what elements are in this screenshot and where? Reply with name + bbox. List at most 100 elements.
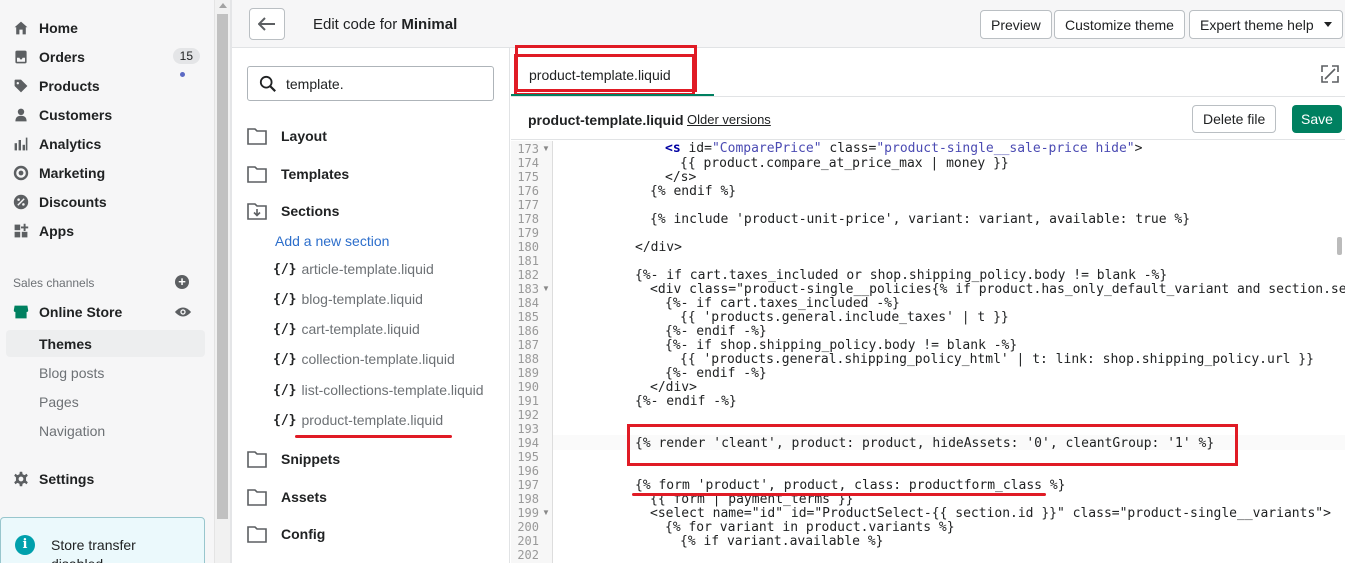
nav-pages[interactable]: Pages xyxy=(39,394,79,410)
folder-snippets[interactable]: Snippets xyxy=(247,447,340,471)
line-number: 191 xyxy=(517,394,539,408)
nav-customers[interactable]: Customers xyxy=(12,103,204,127)
older-versions-link[interactable]: Older versions xyxy=(687,112,771,127)
scrollbar-thumb[interactable] xyxy=(217,14,228,519)
editor-scrollbar[interactable] xyxy=(1337,237,1342,255)
tag-icon xyxy=(12,77,30,95)
nav-analytics[interactable]: Analytics xyxy=(12,132,204,156)
button-label: Delete file xyxy=(1203,111,1266,127)
eye-icon[interactable] xyxy=(174,305,192,319)
nav-label: Products xyxy=(39,78,100,94)
delete-file-button[interactable]: Delete file xyxy=(1192,105,1277,133)
line-number-gutter: 173 ▼ 174 175 176 177 178 179 180 181 182 183 ▼ 184 18… xyxy=(511,141,553,563)
line-number: 174 xyxy=(517,156,539,170)
line-number: 199 xyxy=(517,506,539,520)
add-new-section-link[interactable]: Add a new section xyxy=(275,233,389,249)
file-label: blog-template.liquid xyxy=(301,291,423,307)
liquid-file-icon: {/} xyxy=(273,351,297,367)
file-product-template[interactable]: {/} product-template.liquid xyxy=(273,412,443,428)
admin-sidebar: Home Orders 15 Products Customers Analyt… xyxy=(0,0,214,563)
liquid-file-icon: {/} xyxy=(273,291,297,307)
nav-apps[interactable]: Apps xyxy=(12,219,204,243)
fold-arrow-icon[interactable]: ▼ xyxy=(542,508,550,517)
nav-label: Apps xyxy=(39,223,74,239)
code-line-173: <s id="ComparePrice" class="product-sing… xyxy=(665,141,1142,156)
store-transfer-line1: Store transfer xyxy=(51,537,136,553)
code-editor[interactable]: 173 ▼ 174 175 176 177 178 179 180 181 182 183 ▼ 184 18… xyxy=(511,141,1345,563)
person-icon xyxy=(12,106,30,124)
active-tab-indicator xyxy=(511,94,714,96)
code-line-183: <div class="product-single__policies{% i… xyxy=(650,282,1345,297)
line-number: 195 xyxy=(517,450,539,464)
line-number: 185 xyxy=(517,310,539,324)
caret-down-icon xyxy=(1323,22,1332,27)
search-input[interactable] xyxy=(286,75,486,92)
line-number: 178 xyxy=(517,212,539,226)
back-button[interactable] xyxy=(249,8,285,40)
liquid-file-icon: {/} xyxy=(273,261,297,277)
line-number: 198 xyxy=(517,492,539,506)
sidebar-scrollbar[interactable] xyxy=(214,0,230,563)
folder-assets[interactable]: Assets xyxy=(247,485,327,509)
store-transfer-text: Store transfer disabled xyxy=(51,536,136,563)
file-blog-template[interactable]: {/} blog-template.liquid xyxy=(273,291,423,307)
fold-arrow-icon[interactable]: ▼ xyxy=(542,144,550,153)
code-line-175: </s> xyxy=(665,170,697,185)
nav-orders[interactable]: Orders 15 xyxy=(12,45,204,69)
orders-icon xyxy=(12,48,30,66)
code-line-200: {% for variant in product.variants %} xyxy=(665,520,955,535)
red-box-annotation-tab xyxy=(515,45,697,92)
red-underline-annotation xyxy=(295,435,452,438)
nav-blog-posts[interactable]: Blog posts xyxy=(39,365,104,381)
customize-theme-button[interactable]: Customize theme xyxy=(1054,10,1185,39)
folder-templates[interactable]: Templates xyxy=(247,162,349,186)
line-number: 180 xyxy=(517,240,539,254)
folder-layout[interactable]: Layout xyxy=(247,124,327,148)
folder-sections[interactable]: Sections xyxy=(247,199,339,223)
nav-settings[interactable]: Settings xyxy=(12,467,204,491)
code-token: <s xyxy=(665,141,689,156)
line-number: 190 xyxy=(517,380,539,394)
line-number: 181 xyxy=(517,254,539,268)
save-button[interactable]: Save xyxy=(1292,105,1342,133)
file-cart-template[interactable]: {/} cart-template.liquid xyxy=(273,321,420,337)
fold-arrow-icon[interactable]: ▼ xyxy=(542,284,550,293)
nav-home[interactable]: Home xyxy=(12,16,204,40)
folder-icon xyxy=(247,128,267,145)
folder-label: Snippets xyxy=(281,451,341,467)
code-line-201: {% if variant.available %} xyxy=(680,534,884,549)
scroll-up-icon[interactable] xyxy=(219,3,227,8)
expert-theme-help-button[interactable]: Expert theme help xyxy=(1189,10,1343,39)
expand-icon[interactable] xyxy=(1320,64,1340,84)
line-number: 186 xyxy=(517,324,539,338)
nav-label: Settings xyxy=(39,471,95,487)
title-prefix: Edit code for xyxy=(313,16,398,33)
store-transfer-line2: disabled xyxy=(51,555,136,563)
nav-discounts[interactable]: Discounts xyxy=(12,190,204,214)
nav-products[interactable]: Products xyxy=(12,74,204,98)
code-line-186: {%- endif -%} xyxy=(665,324,767,339)
nav-marketing[interactable]: Marketing xyxy=(12,161,204,185)
code-line-189: {%- endif -%} xyxy=(665,366,767,381)
file-search[interactable] xyxy=(247,66,494,101)
file-list-collections-template[interactable]: {/} list-collections-template.liquid xyxy=(273,382,484,398)
line-number: 188 xyxy=(517,352,539,366)
apps-icon xyxy=(12,222,30,240)
line-number: 187 xyxy=(517,338,539,352)
file-label: collection-template.liquid xyxy=(301,351,455,367)
add-sales-channel-icon[interactable]: + xyxy=(175,275,189,289)
nav-navigation[interactable]: Navigation xyxy=(39,423,105,439)
code-token: id= xyxy=(688,141,712,156)
nav-label: Customers xyxy=(39,107,113,123)
file-collection-template[interactable]: {/} collection-template.liquid xyxy=(273,351,455,367)
nav-label: Discounts xyxy=(39,194,107,210)
nav-themes[interactable]: Themes xyxy=(39,336,92,352)
line-number: 177 xyxy=(517,198,539,212)
red-box-annotation-render xyxy=(627,424,1238,466)
folder-config[interactable]: Config xyxy=(247,522,325,546)
file-article-template[interactable]: {/} article-template.liquid xyxy=(273,261,434,277)
nav-label: Marketing xyxy=(39,165,106,181)
folder-label: Sections xyxy=(281,203,340,219)
line-number: 173 xyxy=(517,142,539,156)
preview-button[interactable]: Preview xyxy=(980,10,1052,39)
